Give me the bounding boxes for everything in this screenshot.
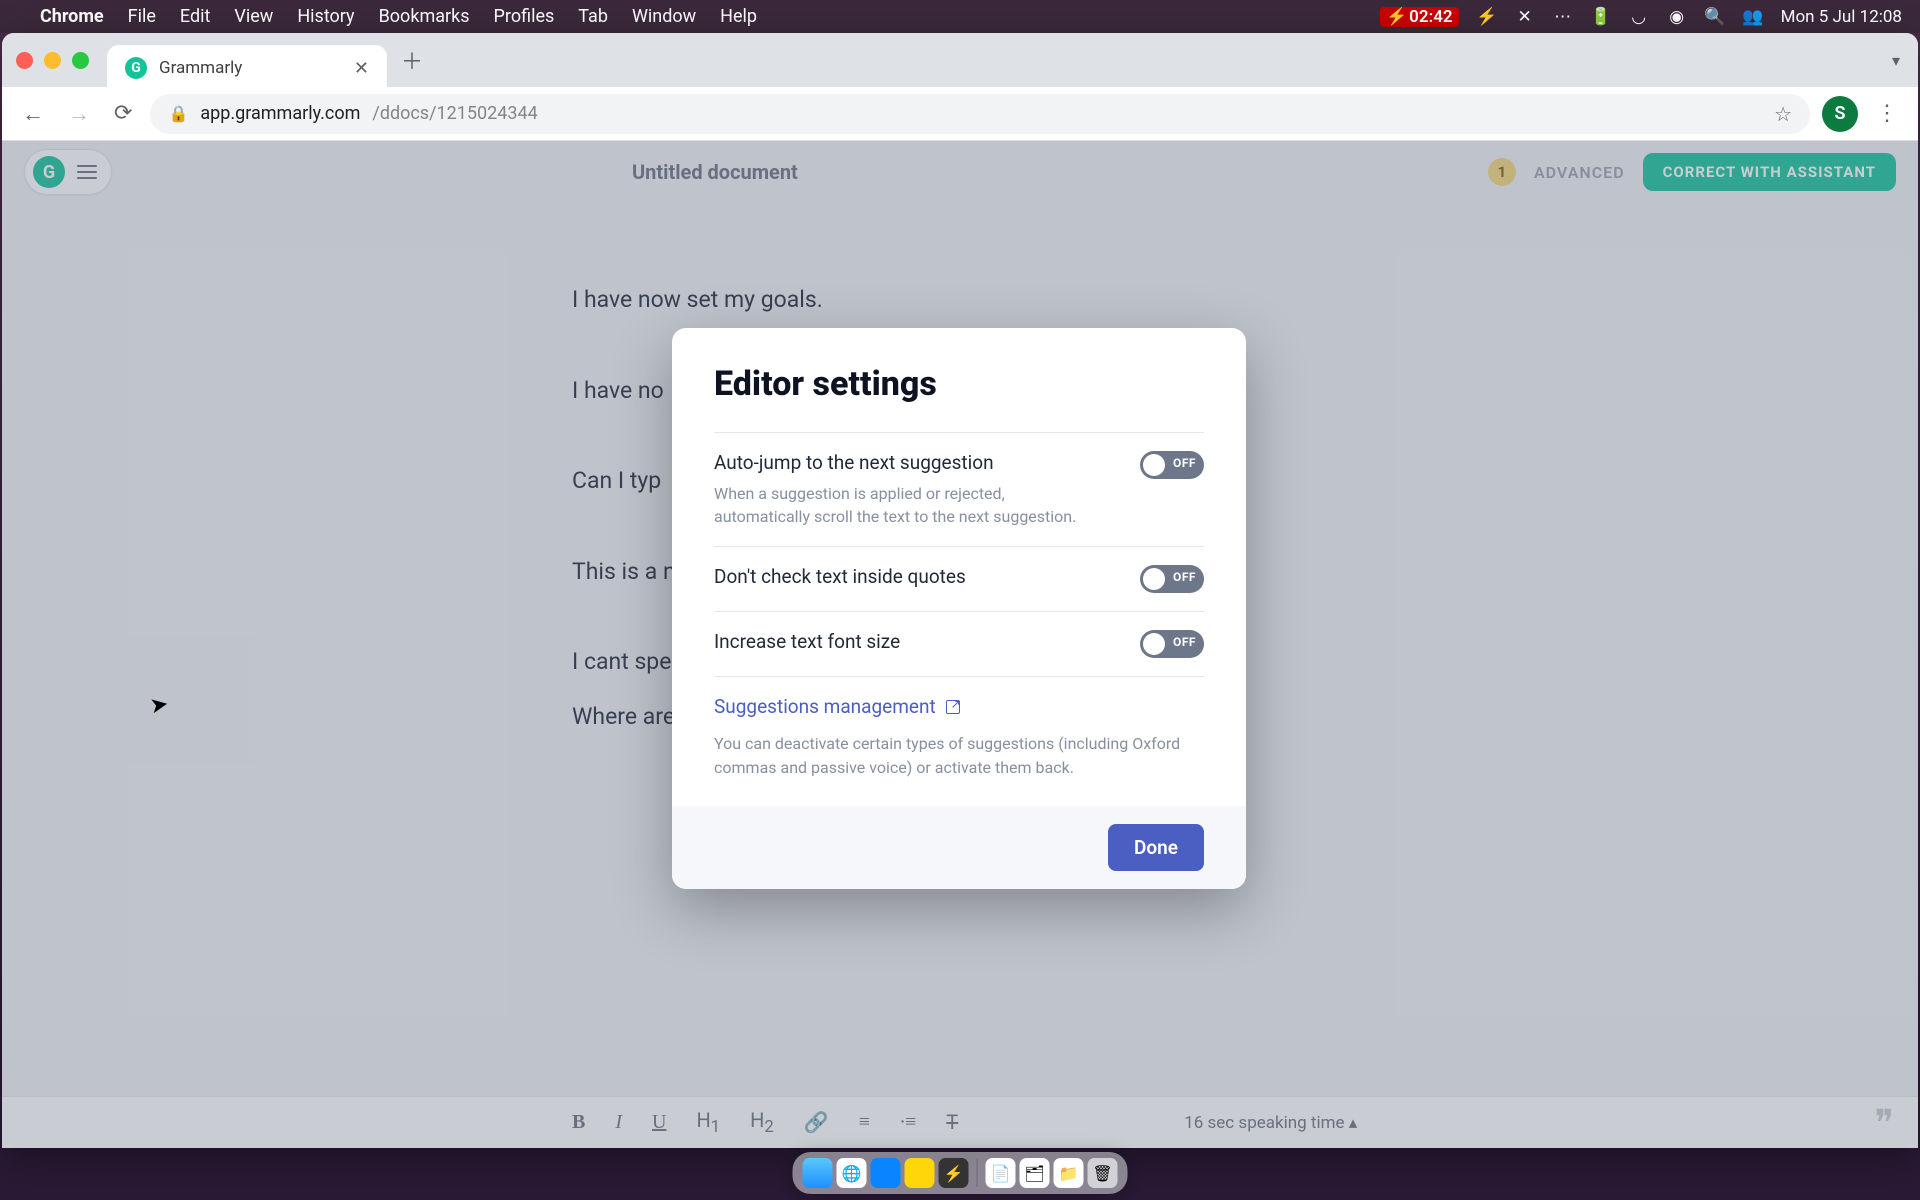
setting-label: Auto-jump to the next suggestion xyxy=(714,451,1094,474)
toggle-quotes[interactable]: OFF xyxy=(1140,565,1204,593)
done-button[interactable]: Done xyxy=(1108,824,1204,871)
editor-settings-modal: Editor settings Auto-jump to the next su… xyxy=(672,328,1246,889)
toggle-auto-jump[interactable]: OFF xyxy=(1140,451,1204,479)
menubar-datetime[interactable]: Mon 5 Jul 12:08 xyxy=(1781,7,1902,27)
dock-notes-icon[interactable] xyxy=(905,1158,935,1188)
window-close-button[interactable] xyxy=(16,52,33,69)
screen-record-timer[interactable]: ⚡02:42 xyxy=(1380,7,1459,27)
dock-trash-icon[interactable]: 🗑 xyxy=(1088,1158,1118,1188)
dock-folder-icon[interactable]: 📁 xyxy=(1054,1158,1084,1188)
new-tab-button[interactable]: ＋ xyxy=(401,44,423,76)
suggestions-management-desc: You can deactivate certain types of sugg… xyxy=(714,732,1204,780)
tab-close-icon[interactable]: ✕ xyxy=(354,58,369,79)
dock-stack-icon[interactable]: 🗂 xyxy=(1020,1158,1050,1188)
chrome-menu-icon[interactable]: ⋮ xyxy=(1870,101,1904,126)
modal-footer: Done xyxy=(672,806,1246,889)
macos-dock: 🌐 ⚡ 📄 🗂 📁 🗑 xyxy=(793,1152,1128,1194)
menu-edit[interactable]: Edit xyxy=(180,6,210,27)
suggestions-management-link[interactable]: Suggestions management xyxy=(714,695,960,718)
menu-view[interactable]: View xyxy=(234,6,273,27)
toggle-state: OFF xyxy=(1173,570,1196,584)
menu-file[interactable]: File xyxy=(128,6,156,27)
user-switch-icon[interactable]: 👥 xyxy=(1743,7,1763,27)
toggle-state: OFF xyxy=(1173,456,1196,470)
setting-quotes: Don't check text inside quotes OFF xyxy=(714,546,1204,611)
toggle-font-size[interactable]: OFF xyxy=(1140,630,1204,658)
tab-overflow-icon[interactable]: ▾ xyxy=(1892,51,1900,70)
dock-app-icon[interactable] xyxy=(871,1158,901,1188)
url-host: app.grammarly.com xyxy=(200,103,360,124)
wifi-icon[interactable]: ◡ xyxy=(1629,7,1649,27)
url-path: /ddocs/1215024344 xyxy=(372,103,537,124)
menu-history[interactable]: History xyxy=(297,6,354,27)
chrome-tabbar: G Grammarly ✕ ＋ ▾ xyxy=(2,33,1918,87)
bookmark-star-icon[interactable]: ☆ xyxy=(1774,102,1792,126)
menu-window[interactable]: Window xyxy=(632,6,696,27)
address-bar[interactable]: 🔒 app.grammarly.com/ddocs/1215024344 ☆ xyxy=(150,94,1810,134)
modal-title: Editor settings xyxy=(714,364,1204,404)
browser-tab[interactable]: G Grammarly ✕ xyxy=(107,45,387,91)
menu-tab[interactable]: Tab xyxy=(578,6,608,27)
toggle-knob xyxy=(1143,454,1165,476)
menu-help[interactable]: Help xyxy=(720,6,757,27)
dock-chrome-icon[interactable]: 🌐 xyxy=(837,1158,867,1188)
window-controls xyxy=(16,52,89,69)
forward-button: → xyxy=(62,97,96,131)
window-minimize-button[interactable] xyxy=(44,52,61,69)
suggestions-management-section: Suggestions management You can deactivat… xyxy=(714,676,1204,780)
chrome-toolbar: ← → ⟳ 🔒 app.grammarly.com/ddocs/12150243… xyxy=(2,87,1918,141)
toggle-state: OFF xyxy=(1173,635,1196,649)
menubar-app-name[interactable]: Chrome xyxy=(40,6,104,27)
dock-separator xyxy=(977,1159,978,1187)
tab-title: Grammarly xyxy=(159,58,242,78)
bolt-icon[interactable]: ⚡ xyxy=(1477,7,1497,27)
grammarly-favicon: G xyxy=(125,57,147,79)
battery-icon[interactable]: 🔋 xyxy=(1591,7,1611,27)
x-status-icon[interactable]: ✕ xyxy=(1515,7,1535,27)
setting-label: Increase text font size xyxy=(714,630,900,653)
external-link-icon xyxy=(946,700,960,714)
spotlight-icon[interactable]: 🔍 xyxy=(1705,7,1725,27)
control-center-icon[interactable]: ◉ xyxy=(1667,7,1687,27)
chrome-profile-avatar[interactable]: S xyxy=(1822,96,1858,132)
lock-icon[interactable]: 🔒 xyxy=(168,104,188,123)
reload-button[interactable]: ⟳ xyxy=(108,97,138,130)
back-button[interactable]: ← xyxy=(16,97,50,131)
dock-doc-icon[interactable]: 📄 xyxy=(986,1158,1016,1188)
toggle-knob xyxy=(1143,568,1165,590)
dots-status-icon[interactable]: ⋯ xyxy=(1553,7,1573,27)
setting-description: When a suggestion is applied or rejected… xyxy=(714,482,1094,528)
menu-profiles[interactable]: Profiles xyxy=(494,6,555,27)
window-zoom-button[interactable] xyxy=(72,52,89,69)
setting-label: Don't check text inside quotes xyxy=(714,565,966,588)
setting-font-size: Increase text font size OFF xyxy=(714,611,1204,676)
setting-auto-jump: Auto-jump to the next suggestion When a … xyxy=(714,432,1204,546)
menu-bookmarks[interactable]: Bookmarks xyxy=(379,6,470,27)
toggle-knob xyxy=(1143,633,1165,655)
dock-finder-icon[interactable] xyxy=(803,1158,833,1188)
macos-menubar: Chrome File Edit View History Bookmarks … xyxy=(0,0,1920,33)
dock-terminal-icon[interactable]: ⚡ xyxy=(939,1158,969,1188)
